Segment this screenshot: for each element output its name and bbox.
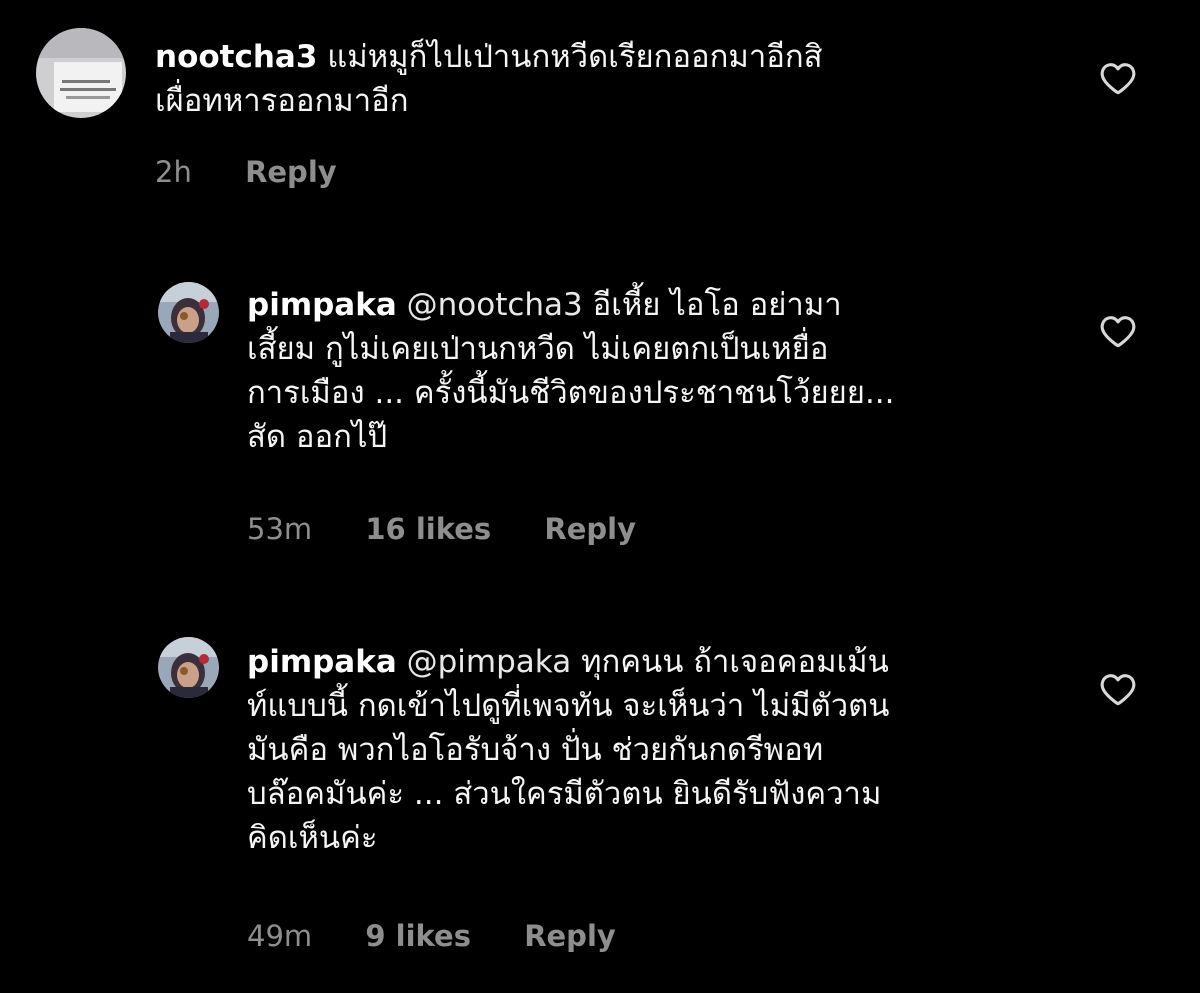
username[interactable]: pimpaka bbox=[247, 287, 397, 323]
mention-link[interactable]: @pimpaka bbox=[407, 644, 572, 680]
comment-nootcha3: nootcha3 แม่หมูก็ไปเป่านกหวีดเรียกออกมาอ… bbox=[0, 0, 1200, 210]
comment-text: แม่หมูก็ไปเป่านกหวีดเรียกออกมาอีกสิ bbox=[327, 39, 823, 75]
comment-line: เสี้ยม กูไม่เคยเป่านกหวีด ไม่เคยตกเป็นเห… bbox=[247, 331, 829, 367]
comment-line: pimpaka @nootcha3 อีเหี้ย ไอโอ อย่ามา bbox=[247, 283, 895, 327]
avatar-pimpaka[interactable] bbox=[158, 282, 219, 343]
comment-line: มันคือ พวกไอโอรับจ้าง ปั่น ช่วยกันกดรีพอ… bbox=[247, 732, 824, 768]
likes-count[interactable]: 9 likes bbox=[365, 919, 471, 953]
likes-count[interactable]: 16 likes bbox=[365, 512, 491, 546]
mention-link[interactable]: @nootcha3 bbox=[407, 287, 583, 323]
comment-line: เผื่อทหารออกมาอีก bbox=[155, 83, 409, 119]
heart-outline-icon[interactable] bbox=[1099, 672, 1137, 706]
comment-body: nootcha3 แม่หมูก็ไปเป่านกหวีดเรียกออกมาอ… bbox=[155, 35, 823, 123]
timestamp: 2h bbox=[155, 155, 192, 189]
avatar-pimpaka[interactable] bbox=[158, 637, 219, 698]
heart-outline-icon[interactable] bbox=[1099, 314, 1137, 348]
comment-line: การเมือง ... ครั้งนี้มันชีวิตของประชาชนโ… bbox=[247, 375, 895, 411]
timestamp: 49m bbox=[247, 919, 313, 953]
comment-line: ท์แบบนี้ กดเข้าไปดูที่เพจทัน จะเห็นว่า ไ… bbox=[247, 688, 890, 724]
heart-outline-icon[interactable] bbox=[1099, 61, 1137, 95]
timestamp: 53m bbox=[247, 512, 313, 546]
reply-button[interactable]: Reply bbox=[245, 155, 337, 189]
comment-meta: 49m 9 likes Reply bbox=[247, 919, 616, 953]
reply-button[interactable]: Reply bbox=[524, 919, 616, 953]
comment-text: ทุกคนน ถ้าเจอคอมเม้น bbox=[581, 644, 889, 680]
comment-pimpaka-reply-1: pimpaka @nootcha3 อีเหี้ย ไอโอ อย่ามา เส… bbox=[0, 260, 1200, 580]
comment-line: pimpaka @pimpaka ทุกคนน ถ้าเจอคอมเม้น bbox=[247, 640, 889, 684]
comment-line: nootcha3 แม่หมูก็ไปเป่านกหวีดเรียกออกมาอ… bbox=[155, 35, 823, 79]
comment-meta: 53m 16 likes Reply bbox=[247, 512, 636, 546]
comment-line: คิดเห็นค่ะ bbox=[247, 820, 378, 856]
username[interactable]: pimpaka bbox=[247, 644, 397, 680]
comment-body: pimpaka @nootcha3 อีเหี้ย ไอโอ อย่ามา เส… bbox=[247, 283, 895, 459]
comment-line: บล๊อคมันค่ะ ... ส่วนใครมีตัวตน ยินดีรับฟ… bbox=[247, 776, 882, 812]
username[interactable]: nootcha3 bbox=[155, 39, 317, 75]
comment-meta: 2h Reply bbox=[155, 155, 337, 189]
comment-body: pimpaka @pimpaka ทุกคนน ถ้าเจอคอมเม้น ท์… bbox=[247, 640, 889, 860]
avatar-nootcha3[interactable] bbox=[36, 28, 126, 118]
comment-line: สัด ออกไป๊ bbox=[247, 419, 388, 455]
reply-button[interactable]: Reply bbox=[544, 512, 636, 546]
comment-text: อีเหี้ย ไอโอ อย่ามา bbox=[592, 287, 842, 323]
comment-pimpaka-reply-2: pimpaka @pimpaka ทุกคนน ถ้าเจอคอมเม้น ท์… bbox=[0, 617, 1200, 993]
